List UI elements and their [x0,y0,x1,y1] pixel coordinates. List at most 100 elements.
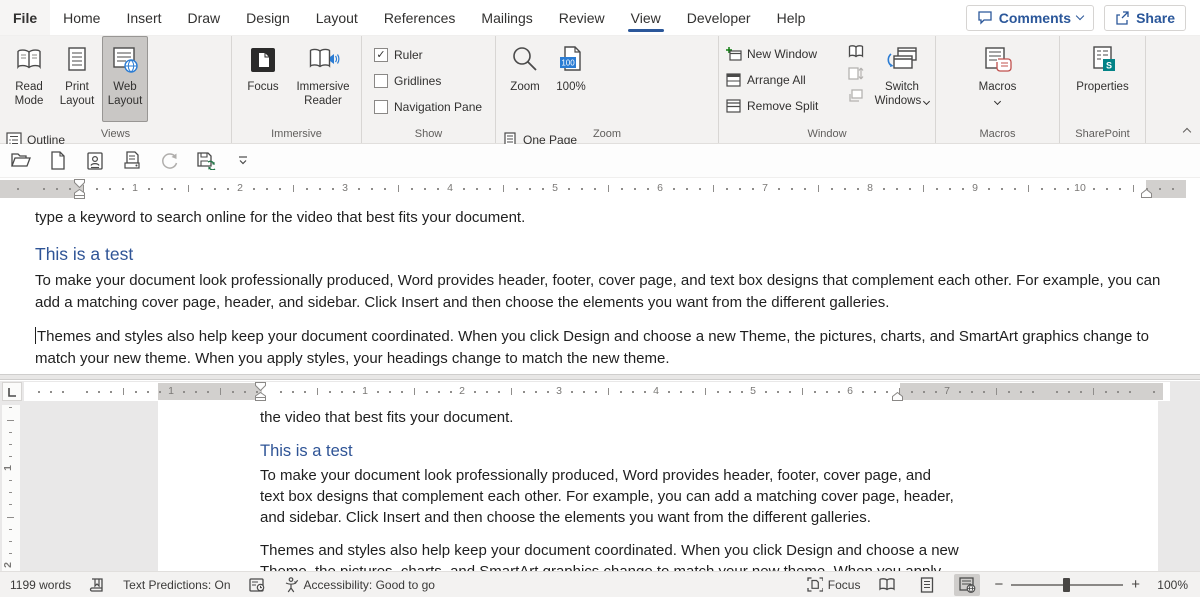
ruler-tick [1080,391,1082,393]
read-mode-view-button[interactable] [874,574,900,596]
right-indent-marker[interactable] [1141,189,1152,198]
open-file-icon[interactable] [10,150,32,172]
ruler-tick [411,188,413,190]
proofing-status-button[interactable] [89,577,105,593]
checkbox-gridlines[interactable]: Gridlines [374,69,495,93]
tab-insert[interactable]: Insert [113,0,174,35]
document-page[interactable]: the video that best fits your document. … [158,401,1158,571]
qat-customize-icon[interactable] [232,150,254,172]
document-pane-bottom[interactable]: 12345671 12 the video that best fits you… [0,381,1200,571]
checkbox-navigation-pane[interactable]: Navigation Pane [374,95,495,119]
web-layout-view-button[interactable] [954,574,980,596]
zoom-in-icon[interactable]: + [1131,577,1140,592]
tab-draw[interactable]: Draw [175,0,234,35]
ruler-tick [426,391,428,393]
contact-card-icon[interactable] [84,150,106,172]
doc-top-line1[interactable]: type a keyword to search online for the … [35,207,1200,229]
tab-layout[interactable]: Layout [303,0,371,35]
doc-bot-para2-line1[interactable]: Themes and styles also help keep your do… [260,540,1158,561]
zoom-slider[interactable]: − + [994,577,1140,592]
comments-button[interactable]: Comments [966,5,1094,31]
document-pane-top[interactable]: type a keyword to search online for the … [0,200,1200,374]
read-mode-label: Read Mode [7,80,51,108]
text-predictions-status[interactable]: Text Predictions: On [123,578,230,592]
print-preview-icon[interactable] [121,150,143,172]
tab-references[interactable]: References [371,0,469,35]
tab-review[interactable]: Review [546,0,618,35]
ruler-number: 7 [762,182,768,194]
ruler-tick [789,391,791,393]
new-document-icon[interactable] [47,150,69,172]
zoom-button[interactable]: Zoom [502,36,548,122]
print-layout-button[interactable]: Print Layout [54,36,100,122]
arrange-all-button[interactable]: Arrange All [725,68,843,92]
view-side-by-side-icon[interactable] [847,44,865,59]
tab-design[interactable]: Design [233,0,303,35]
zoom-out-icon[interactable]: − [994,577,1003,592]
tab-view[interactable]: View [618,0,674,35]
focus-mode-button[interactable]: Focus [807,577,861,592]
synchronous-scrolling-icon[interactable] [847,66,865,81]
first-line-indent-marker-2[interactable] [255,382,266,391]
editor-icon [249,577,266,593]
accessibility-person-icon [284,577,299,593]
word-count[interactable]: 1199 words [10,578,71,592]
doc-bot-heading[interactable]: This is a test [260,440,1158,462]
ruler-tick [1172,188,1174,190]
split-bar[interactable] [0,374,1200,380]
checkbox-ruler[interactable]: ✓Ruler [374,43,495,67]
ruler-tick [729,391,731,393]
ruler-tick [188,185,189,192]
tab-stop-selector[interactable] [2,382,22,401]
doc-top-para2-line1[interactable]: Themes and styles also help keep your do… [35,326,1200,348]
zoom-100-button[interactable]: 100 100% [548,36,594,122]
web-layout-button[interactable]: Web Layout [102,36,148,122]
remove-split-button[interactable]: Remove Split [725,94,843,118]
ruler-right-margin [1146,180,1186,198]
redo-icon[interactable] [158,150,180,172]
zoom-percentage[interactable]: 100% [1154,578,1188,592]
collapse-ribbon-icon[interactable] [1183,128,1191,136]
doc-top-heading[interactable]: This is a test [35,242,1200,266]
doc-top-para2-line2[interactable]: match your new theme. When you apply sty… [35,348,1200,370]
doc-top-para1-line1[interactable]: To make your document look professionall… [35,270,1200,292]
tab-developer[interactable]: Developer [674,0,764,35]
immersive-reader-button[interactable]: Immersive Reader [290,36,356,122]
ruler-tick [83,185,84,192]
switch-windows-button[interactable]: Switch Windows [869,36,935,122]
hanging-indent-marker-2[interactable] [255,392,266,401]
vertical-ruler-tick [9,456,12,457]
ruler-tick [389,391,391,393]
zoom-slider-track[interactable] [1011,584,1123,586]
right-indent-marker-2[interactable] [892,392,903,401]
read-mode-button[interactable]: Read Mode [6,36,52,122]
doc-top-para1-line2[interactable]: add a matching cover page, header, and s… [35,292,1200,314]
accessibility-status[interactable]: Accessibility: Good to go [284,577,435,593]
properties-button[interactable]: S Properties [1070,36,1136,122]
tab-mailings[interactable]: Mailings [468,0,545,35]
doc-bot-para1-line1[interactable]: To make your document look professionall… [260,465,1158,486]
doc-bot-para1-line2[interactable]: text box designs that complement each ot… [260,486,1158,507]
share-button[interactable]: Share [1104,5,1186,31]
share-label: Share [1136,10,1175,26]
chevron-down-icon[interactable] [1076,12,1084,20]
reset-window-position-icon[interactable] [847,88,865,103]
macros-button[interactable]: Macros [965,36,1031,122]
checkbox-box[interactable] [374,100,388,114]
doc-bot-para2-line2[interactable]: Theme, the pictures, charts, and SmartAr… [260,561,1158,571]
ruler-tick [668,391,670,393]
zoom-slider-thumb[interactable] [1063,578,1070,592]
editor-status-button[interactable] [249,577,266,593]
tab-file[interactable]: File [0,0,50,35]
ruler-tick [253,188,255,190]
checkbox-box[interactable]: ✓ [374,48,388,62]
doc-bot-para1-line3[interactable]: and sidebar. Click Insert and then choos… [260,507,1158,528]
focus-button[interactable]: Focus [240,36,286,122]
new-window-button[interactable]: New Window [725,42,843,66]
tab-home[interactable]: Home [50,0,113,35]
tab-help[interactable]: Help [764,0,819,35]
save-sync-icon[interactable] [195,150,217,172]
checkbox-box[interactable] [374,74,388,88]
doc-bot-line1[interactable]: the video that best fits your document. [260,407,1158,428]
print-layout-view-button[interactable] [914,574,940,596]
